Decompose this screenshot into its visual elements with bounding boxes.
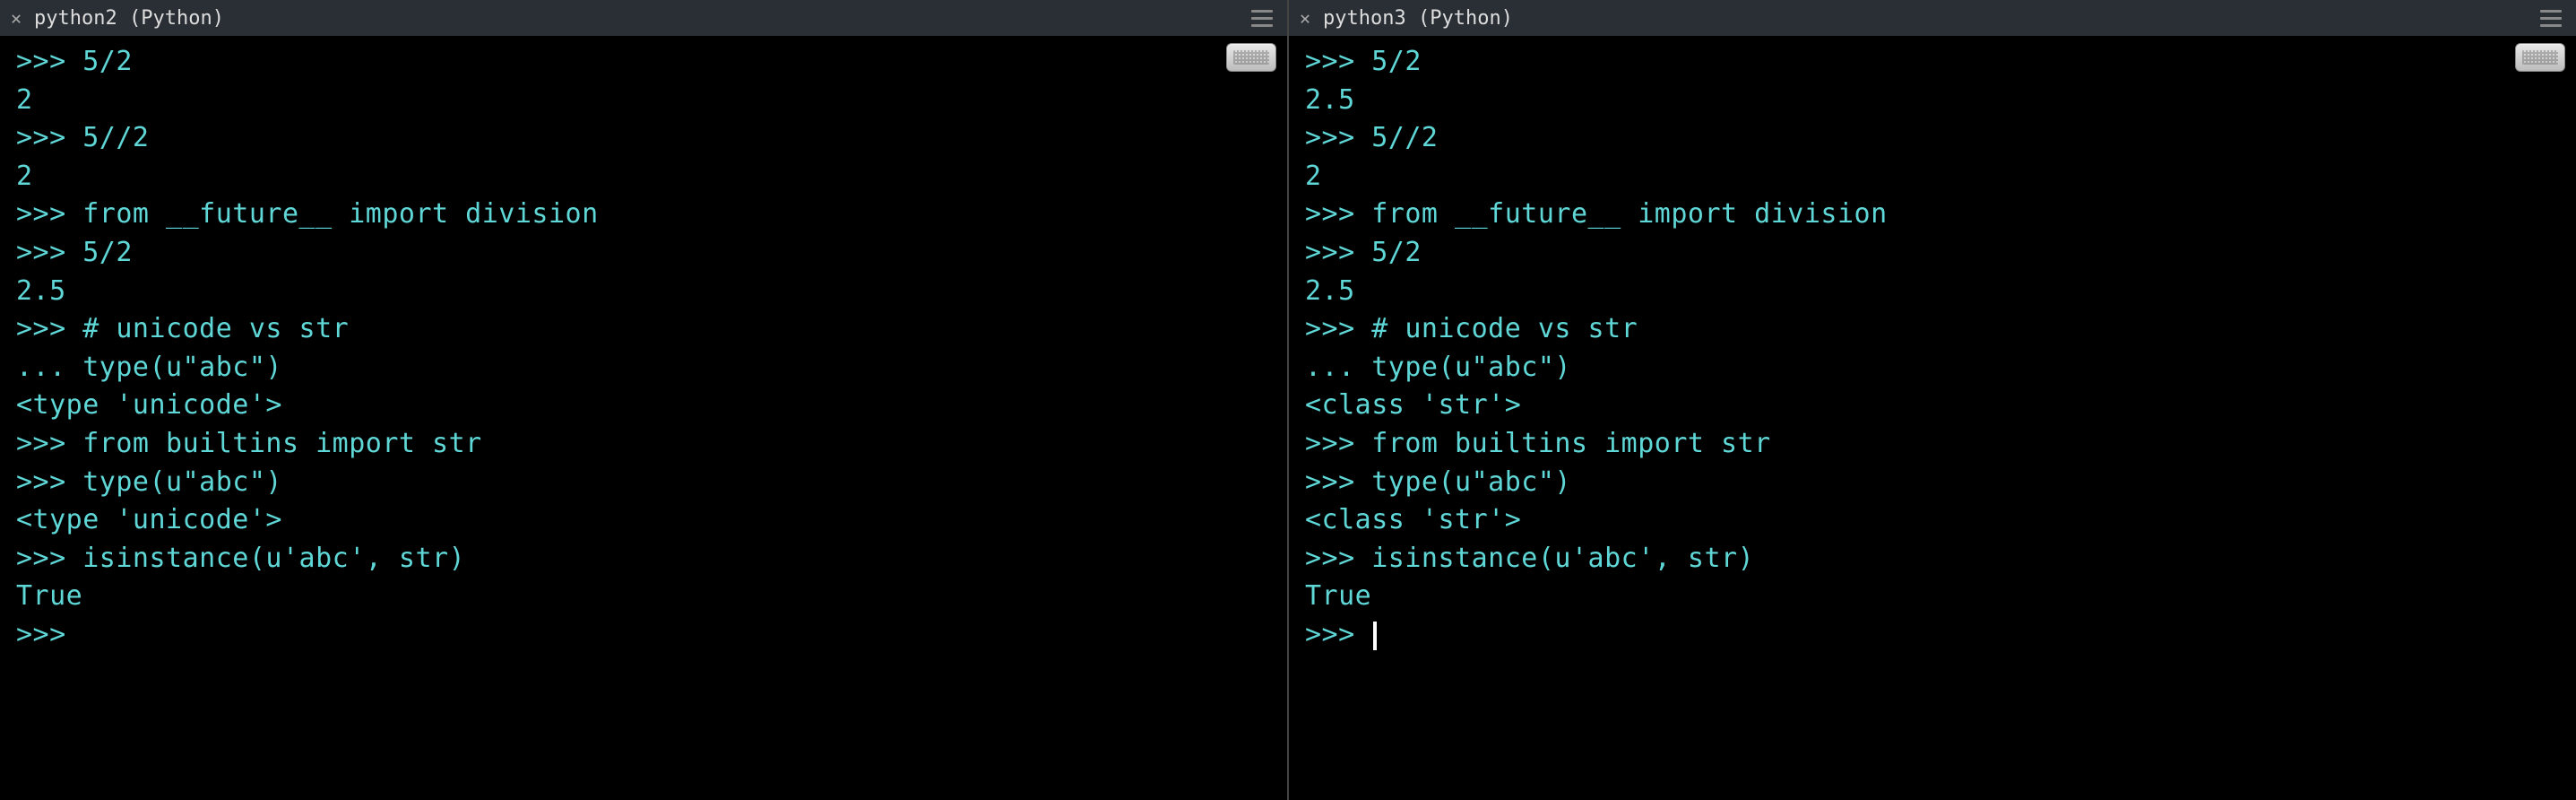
cursor — [1373, 622, 1377, 650]
terminal-line: >>> from builtins import str — [16, 425, 1271, 464]
terminal-line: >>> from __future__ import division — [1305, 196, 2560, 234]
terminal-line: >>> 5/2 — [16, 43, 1271, 82]
terminal-line: ... type(u"abc") — [16, 349, 1271, 387]
terminal-line: >>> isinstance(u'abc', str) — [16, 540, 1271, 578]
keyboard-indicator-icon[interactable] — [2515, 43, 2565, 72]
terminal-pane-right: ✕ python3 (Python) >>> 5/22.5>>> 5//22>>… — [1287, 0, 2576, 800]
terminal-body-right[interactable]: >>> 5/22.5>>> 5//22>>> from __future__ i… — [1289, 36, 2576, 800]
terminal-line: >>> type(u"abc") — [1305, 464, 2560, 502]
tab-title[interactable]: python2 (Python) — [34, 7, 224, 30]
terminal-line: True — [1305, 578, 2560, 616]
terminal-line: 2 — [1305, 158, 2560, 196]
terminal-line: >>> from __future__ import division — [16, 196, 1271, 234]
terminal-body-left[interactable]: >>> 5/22>>> 5//22>>> from __future__ imp… — [0, 36, 1287, 800]
terminal-line: >>> 5/2 — [1305, 234, 2560, 273]
tab-bar: ✕ python3 (Python) — [1289, 0, 2576, 36]
terminal-line: >>> 5/2 — [1305, 43, 2560, 82]
hamburger-icon[interactable] — [1248, 6, 1276, 30]
terminal-line: 2.5 — [16, 273, 1271, 311]
terminal-line: >>> # unicode vs str — [16, 310, 1271, 349]
tab-bar: ✕ python2 (Python) — [0, 0, 1287, 36]
terminal-line: >>> — [1305, 616, 2560, 655]
hamburger-icon[interactable] — [2537, 6, 2565, 30]
terminal-line: >>> from builtins import str — [1305, 425, 2560, 464]
terminal-line: >>> 5//2 — [1305, 119, 2560, 158]
terminal-line: 2.5 — [1305, 82, 2560, 120]
terminal-line: <type 'unicode'> — [16, 387, 1271, 425]
terminal-line: 2 — [16, 82, 1271, 120]
close-icon[interactable]: ✕ — [11, 7, 22, 29]
tab-title[interactable]: python3 (Python) — [1323, 7, 1513, 30]
terminal-line: <class 'str'> — [1305, 501, 2560, 540]
terminal-line: >>> 5//2 — [16, 119, 1271, 158]
terminal-line: >>> 5/2 — [16, 234, 1271, 273]
terminal-line: >>> isinstance(u'abc', str) — [1305, 540, 2560, 578]
keyboard-indicator-icon[interactable] — [1226, 43, 1276, 72]
terminal-line: 2.5 — [1305, 273, 2560, 311]
terminal-line: >>> # unicode vs str — [1305, 310, 2560, 349]
close-icon[interactable]: ✕ — [1300, 7, 1310, 29]
terminal-line: ... type(u"abc") — [1305, 349, 2560, 387]
terminal-line: True — [16, 578, 1271, 616]
terminal-line: 2 — [16, 158, 1271, 196]
terminal-line: <class 'str'> — [1305, 387, 2560, 425]
terminal-pane-left: ✕ python2 (Python) >>> 5/22>>> 5//22>>> … — [0, 0, 1287, 800]
terminal-line: >>> type(u"abc") — [16, 464, 1271, 502]
terminal-line: <type 'unicode'> — [16, 501, 1271, 540]
terminal-line: >>> — [16, 616, 1271, 655]
